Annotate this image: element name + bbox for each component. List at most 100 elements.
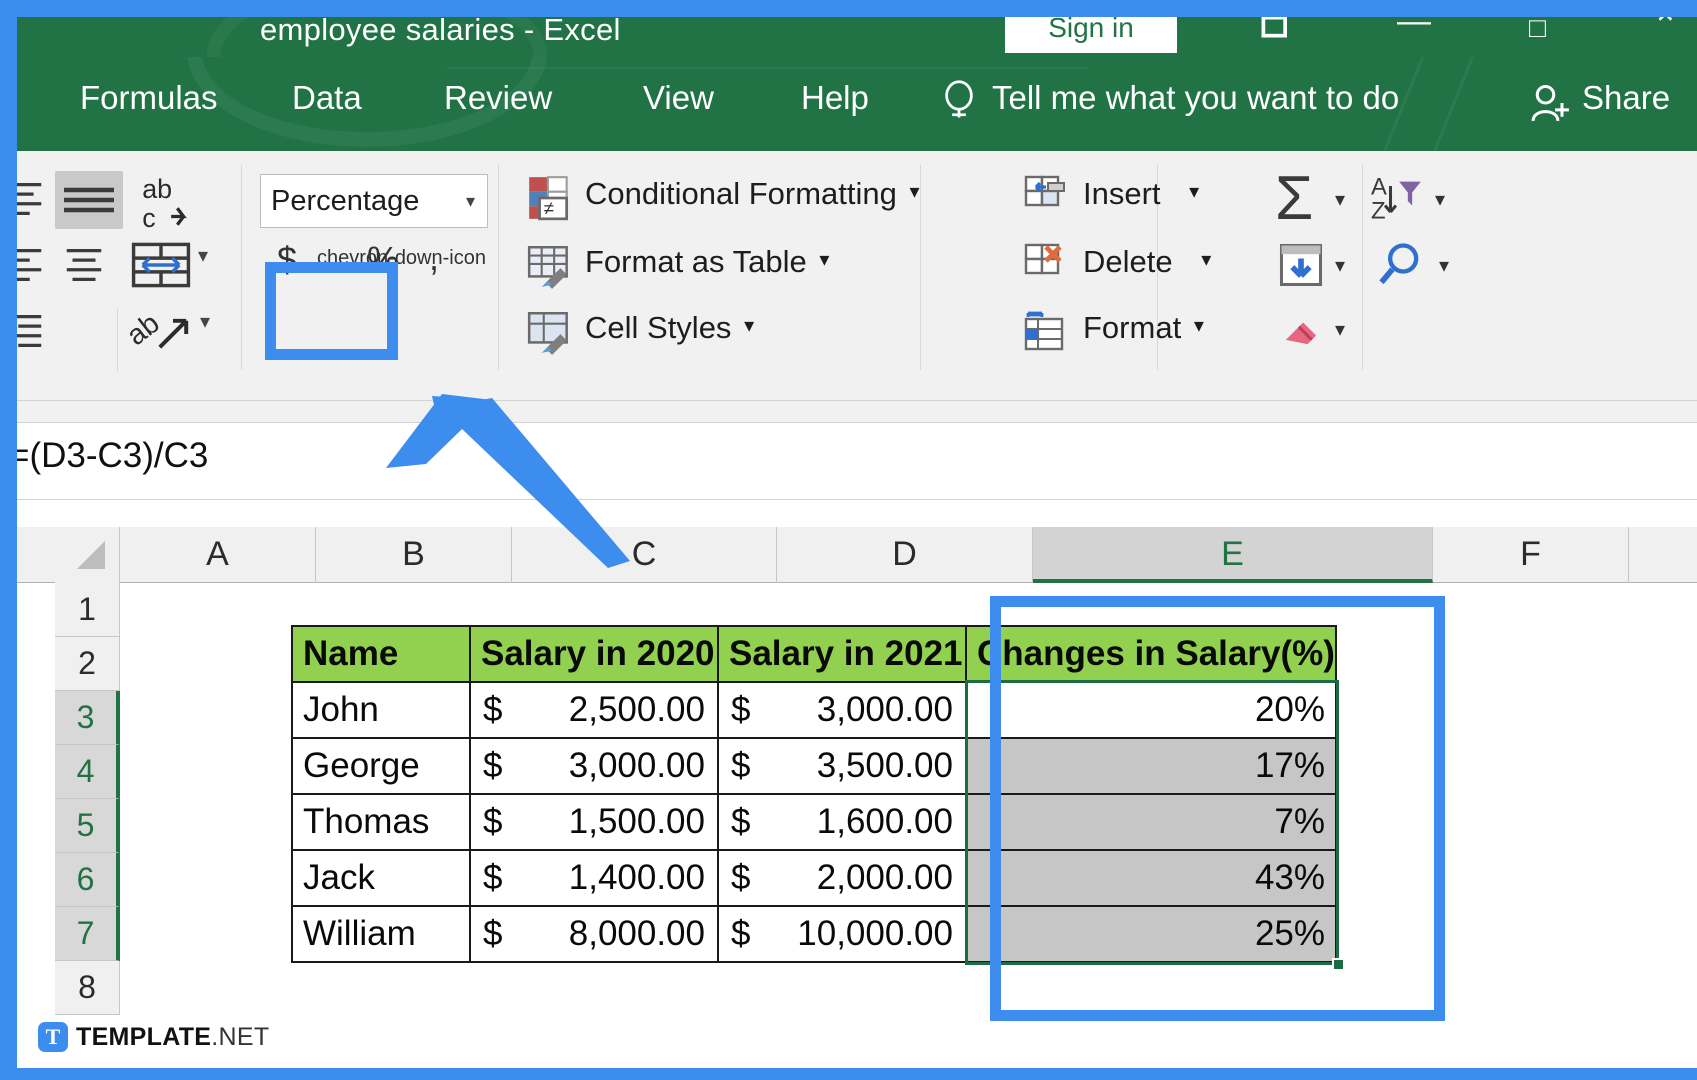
tab-formulas[interactable]: Formulas	[80, 79, 218, 117]
row-header-4[interactable]: 4	[55, 745, 120, 799]
template-logo-icon: T	[38, 1022, 68, 1052]
tabstrip-decoration-slash-2	[1429, 57, 1488, 151]
watermark-bold-text: TEMPLATE	[76, 1023, 211, 1052]
tell-me-box[interactable]: Tell me what you want to do	[992, 79, 1399, 117]
share-button[interactable]: Share	[1582, 79, 1670, 117]
cell-name[interactable]: John	[292, 682, 470, 738]
th-salary-2021: Salary in 2021	[718, 626, 966, 682]
chevron-down-icon[interactable]: ▾	[819, 249, 829, 271]
row-header-2[interactable]: 2	[55, 637, 120, 691]
format-as-table-button[interactable]: Format as Table ▾	[585, 244, 825, 280]
column-header-e[interactable]: E	[1033, 527, 1433, 583]
cell-salary-2021[interactable]: $10,000.00	[718, 906, 966, 962]
row-header-8[interactable]: 8	[55, 961, 120, 1015]
window-title: employee salaries - Excel	[260, 17, 621, 48]
cell-salary-2020[interactable]: $1,400.00	[470, 850, 718, 906]
row-header-3[interactable]: 3	[55, 691, 120, 745]
cell-salary-2020[interactable]: $3,000.00	[470, 738, 718, 794]
row-header-7[interactable]: 7	[55, 907, 120, 961]
minimize-icon[interactable]: —	[1397, 17, 1431, 41]
th-name: Name	[292, 626, 470, 682]
merge-caret-icon[interactable]: ▾	[198, 243, 208, 268]
sort-filter-icon[interactable]: A Z	[1371, 173, 1423, 225]
cell-name[interactable]: George	[292, 738, 470, 794]
maximize-icon[interactable]: □	[1529, 17, 1546, 48]
row-header-5[interactable]: 5	[55, 799, 120, 853]
tab-review[interactable]: Review	[444, 79, 552, 117]
comma-style-button[interactable]: ,	[429, 237, 439, 279]
cell-salary-2020[interactable]: $1,500.00	[470, 794, 718, 850]
cell-salary-2021[interactable]: $2,000.00	[718, 850, 966, 906]
row-header-1[interactable]: 1	[55, 583, 120, 637]
formula-input[interactable]: =(D3-C3)/C3	[9, 436, 208, 476]
conditional-formatting-button[interactable]: Conditional Formatting ▾	[585, 176, 916, 212]
orientation-caret-icon[interactable]: ▾	[200, 309, 210, 334]
title-bar: employee salaries - Excel Sign in 🗖 — □ …	[17, 17, 1697, 57]
autosum-caret-icon[interactable]: ▾	[1335, 187, 1345, 212]
frame-bottom	[0, 1068, 1697, 1080]
group-divider-editing	[1362, 165, 1363, 370]
cell-salary-2021[interactable]: $3,000.00	[718, 682, 966, 738]
salary-2020-value: 8,000.00	[569, 914, 705, 953]
format-cells-icon	[1022, 307, 1070, 355]
clear-eraser-icon[interactable]	[1275, 303, 1327, 355]
column-header-a[interactable]: A	[120, 527, 316, 583]
cell-salary-2020[interactable]: $2,500.00	[470, 682, 718, 738]
cell-salary-2021[interactable]: $3,500.00	[718, 738, 966, 794]
currency-symbol: $	[483, 802, 502, 842]
conditional-formatting-icon: ≠	[525, 173, 575, 223]
cell-salary-2020[interactable]: $8,000.00	[470, 906, 718, 962]
chevron-down-icon[interactable]: ▾	[1189, 181, 1199, 203]
svg-text:Z: Z	[1371, 198, 1386, 225]
insert-cells-button[interactable]: Insert ▾	[1083, 176, 1179, 212]
currency-symbol: $	[731, 914, 750, 954]
fill-caret-icon[interactable]: ▾	[1335, 253, 1345, 278]
sign-in-button[interactable]: Sign in	[1005, 17, 1177, 53]
tab-help[interactable]: Help	[801, 79, 869, 117]
find-caret-icon[interactable]: ▾	[1439, 253, 1449, 278]
chevron-down-icon[interactable]: ▾	[466, 175, 475, 227]
autosum-sigma-icon[interactable]: Σ	[1275, 163, 1313, 234]
merge-and-center-icon[interactable]	[129, 237, 193, 293]
column-header-d[interactable]: D	[777, 527, 1033, 583]
formula-bar[interactable]: =(D3-C3)/C3	[17, 423, 1697, 500]
cell-salary-2021[interactable]: $1,600.00	[718, 794, 966, 850]
salary-2020-value: 1,500.00	[569, 802, 705, 841]
th-salary-2020: Salary in 2020	[470, 626, 718, 682]
chevron-down-icon[interactable]: ▾	[1194, 315, 1204, 337]
number-format-select[interactable]: Percentage ▾	[260, 174, 488, 228]
wrap-text-icon[interactable]: ab c	[139, 171, 195, 233]
group-divider-number	[498, 165, 499, 370]
select-all-triangle-icon	[77, 541, 105, 569]
cell-name[interactable]: Jack	[292, 850, 470, 906]
excel-window: employee salaries - Excel Sign in 🗖 — □ …	[0, 0, 1697, 1080]
align-center-icon[interactable]	[61, 241, 107, 287]
orientation-icon[interactable]: ab	[129, 303, 195, 365]
delete-cells-button[interactable]: Delete ▾	[1083, 244, 1191, 280]
cell-name[interactable]: William	[292, 906, 470, 962]
currency-symbol: $	[731, 858, 750, 898]
sheet-canvas[interactable]: Name Salary in 2020 Salary in 2021 Chang…	[121, 583, 1697, 1080]
row-header-6[interactable]: 6	[55, 853, 120, 907]
cell-styles-button[interactable]: Cell Styles ▾	[585, 310, 750, 346]
salary-2020-value: 2,500.00	[569, 690, 705, 729]
cell-styles-icon	[525, 307, 575, 357]
cell-name[interactable]: Thomas	[292, 794, 470, 850]
currency-symbol: $	[483, 858, 502, 898]
column-header-f[interactable]: F	[1433, 527, 1629, 583]
fill-down-icon[interactable]	[1275, 239, 1327, 291]
chevron-down-icon[interactable]: ▾	[744, 315, 754, 337]
chevron-down-icon[interactable]: ▾	[1201, 249, 1211, 271]
tab-data[interactable]: Data	[292, 79, 362, 117]
tab-view[interactable]: View	[643, 79, 714, 117]
find-select-icon[interactable]	[1375, 239, 1427, 291]
frame-left	[0, 0, 17, 1080]
chevron-down-icon[interactable]: ▾	[910, 181, 920, 203]
ribbon-tab-strip: Formulas Data Review View Help Tell me w…	[17, 57, 1697, 151]
chevron-up-icon[interactable]: ⌃	[1652, 17, 1679, 45]
sort-filter-caret-icon[interactable]: ▾	[1435, 187, 1445, 212]
clear-caret-icon[interactable]: ▾	[1335, 317, 1345, 342]
select-all-corner[interactable]	[55, 527, 120, 583]
ribbon-display-options-icon[interactable]: 🗖	[1260, 17, 1289, 47]
format-cells-button[interactable]: Format ▾	[1083, 310, 1200, 346]
